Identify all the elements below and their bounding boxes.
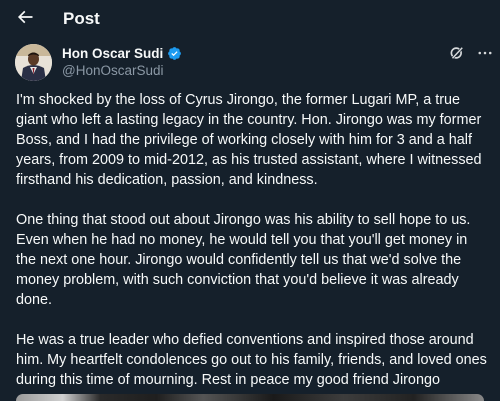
grok-icon xyxy=(448,44,466,67)
page-title: Post xyxy=(63,9,100,28)
more-options-button[interactable] xyxy=(474,44,496,66)
more-dots-icon xyxy=(476,44,494,67)
arrow-left-icon xyxy=(15,7,35,32)
post-media-image[interactable] xyxy=(16,394,484,401)
author-name-row: Hon Oscar Sudi xyxy=(62,43,182,63)
post-paragraph: One thing that stood out about Jirongo w… xyxy=(16,212,471,308)
post-body: I'm shocked by the loss of Cyrus Jirongo… xyxy=(16,90,488,401)
author-name[interactable]: Hon Oscar Sudi xyxy=(62,46,163,61)
grok-button[interactable] xyxy=(446,44,468,66)
author-handle[interactable]: @HonOscarSudi xyxy=(62,62,164,80)
post-paragraph: I'm shocked by the loss of Cyrus Jirongo… xyxy=(16,92,482,188)
back-button[interactable] xyxy=(10,4,40,34)
post-paragraph: He was a true leader who defied conventi… xyxy=(16,332,487,388)
author-avatar[interactable] xyxy=(15,44,52,81)
verified-badge-icon xyxy=(167,46,182,61)
top-bar: Post xyxy=(0,0,500,38)
